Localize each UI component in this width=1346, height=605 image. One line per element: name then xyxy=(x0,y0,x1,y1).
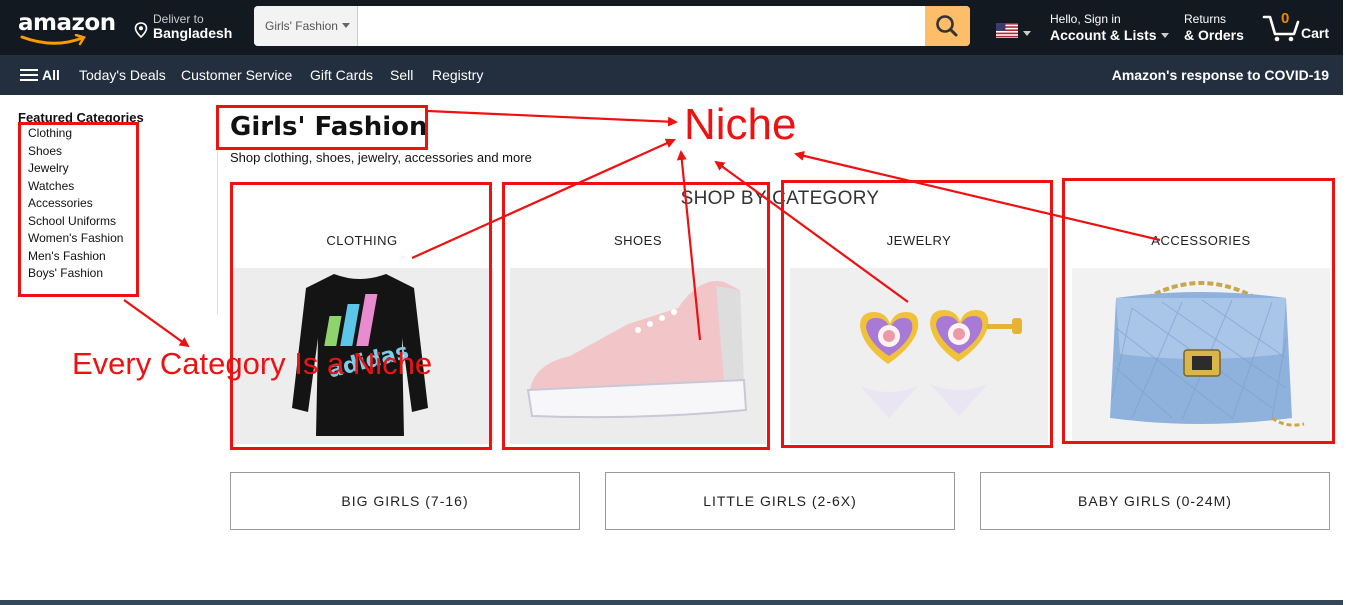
arrow-shoes-to-niche xyxy=(676,150,702,341)
arrow-sidebar-to-label xyxy=(123,299,190,348)
annotation-every-category-label: Every Category Is a Niche xyxy=(72,346,433,381)
arrow-jewelry-to-niche xyxy=(714,160,909,303)
arrow-accessories-to-niche xyxy=(794,150,1161,242)
arrow-title-to-niche xyxy=(427,109,678,127)
annotation-arrows xyxy=(123,109,1161,348)
arrow-clothing-to-niche xyxy=(411,138,676,260)
annotation-niche-label: Niche xyxy=(684,100,797,149)
